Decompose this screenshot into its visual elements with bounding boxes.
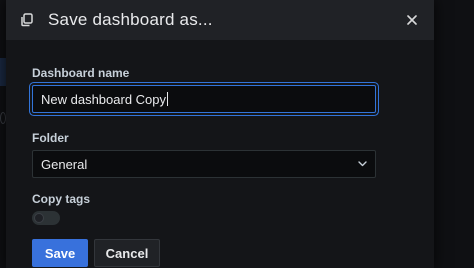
text-cursor xyxy=(167,92,169,106)
save-button[interactable]: Save xyxy=(32,239,88,267)
copy-tags-group: Copy tags xyxy=(32,192,434,225)
copy-icon xyxy=(20,12,36,28)
chevron-down-icon xyxy=(358,161,367,167)
dashboard-name-label: Dashboard name xyxy=(32,66,130,80)
save-dashboard-modal: Save dashboard as... Dashboard name New … xyxy=(6,0,434,268)
dashboard-name-input[interactable]: New dashboard Copy xyxy=(32,85,376,113)
copy-tags-toggle[interactable] xyxy=(32,211,60,225)
folder-group: Folder General xyxy=(32,131,434,178)
toggle-knob xyxy=(34,213,44,223)
folder-label: Folder xyxy=(32,131,69,145)
cancel-button[interactable]: Cancel xyxy=(94,239,160,267)
close-icon[interactable] xyxy=(404,12,420,28)
modal-actions: Save Cancel xyxy=(32,239,434,267)
modal-header: Save dashboard as... xyxy=(6,0,434,40)
folder-selected-value: General xyxy=(41,156,88,172)
dashboard-name-value: New dashboard Copy xyxy=(41,91,167,107)
folder-select[interactable]: General xyxy=(32,150,376,178)
dashboard-name-group: Dashboard name New dashboard Copy xyxy=(32,66,434,113)
modal-title: Save dashboard as... xyxy=(48,10,213,29)
copy-tags-label: Copy tags xyxy=(32,192,91,206)
modal-body: Dashboard name New dashboard Copy Folder… xyxy=(6,40,434,267)
